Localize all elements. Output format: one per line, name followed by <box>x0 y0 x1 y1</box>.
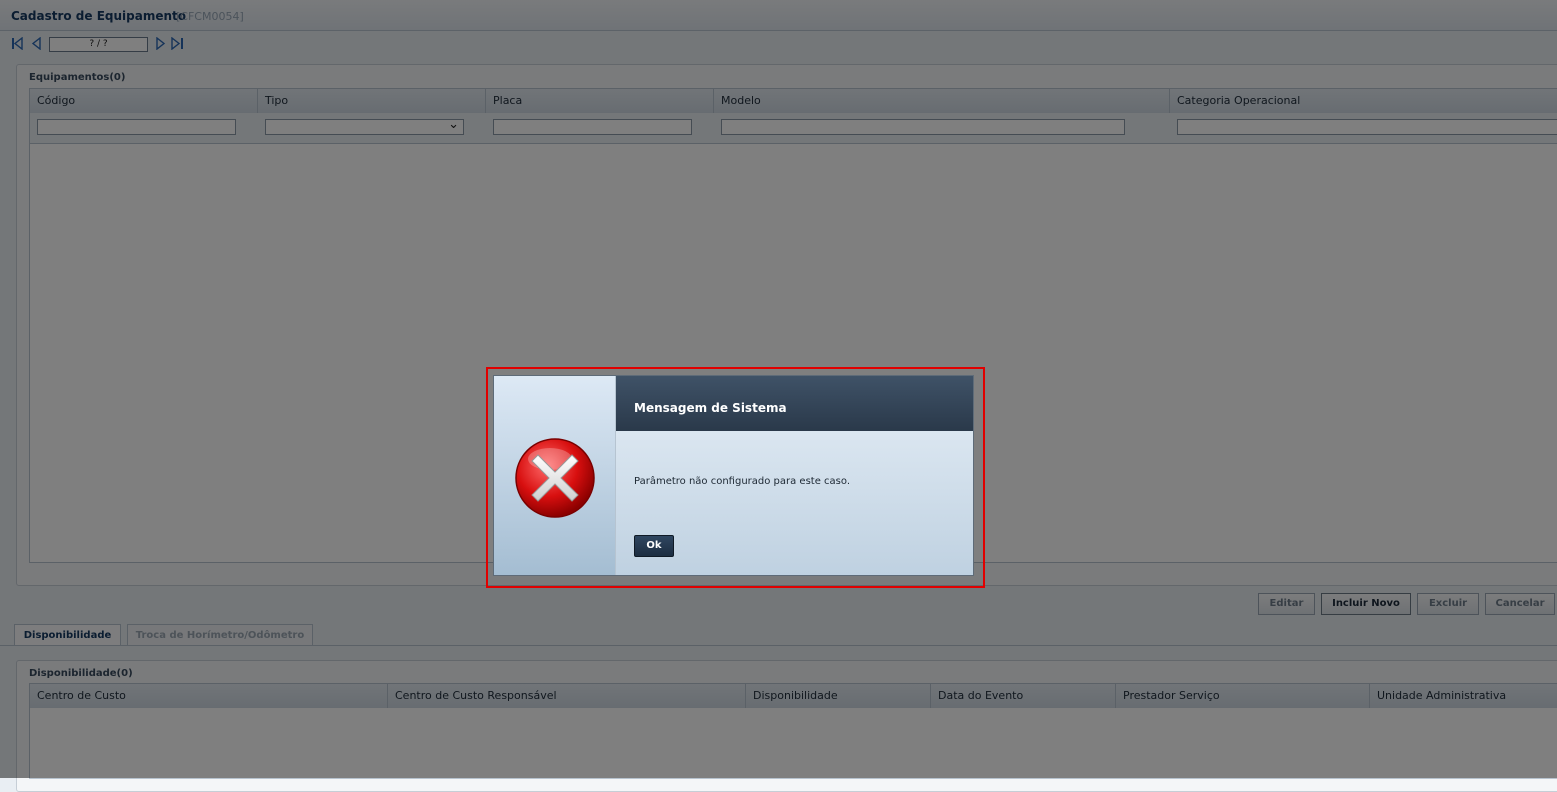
ok-button[interactable]: Ok <box>634 535 674 557</box>
dialog-header: Mensagem de Sistema <box>616 376 973 431</box>
dialog-message: Parâmetro não configurado para este caso… <box>634 476 851 487</box>
dialog-icon-pane <box>494 376 616 575</box>
system-message-dialog: Mensagem de Sistema Parâmetro não config… <box>493 375 974 576</box>
error-icon <box>515 438 595 518</box>
dialog-content: Mensagem de Sistema Parâmetro não config… <box>616 376 973 575</box>
dialog-title: Mensagem de Sistema <box>634 401 787 415</box>
